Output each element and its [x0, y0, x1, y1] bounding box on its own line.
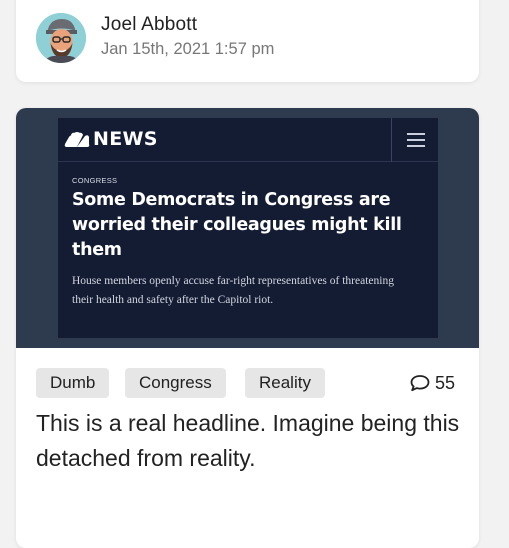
comments-button[interactable]: 55	[410, 372, 455, 394]
avatar[interactable]	[36, 13, 86, 63]
post-card: NEWS CONGRESS Some Democrats in Congress…	[16, 108, 479, 548]
avatar-image	[36, 13, 86, 63]
article-kicker: CONGRESS	[72, 176, 118, 185]
speech-bubble-icon	[410, 375, 430, 392]
author-card: Joel Abbott Jan 15th, 2021 1:57 pm	[16, 0, 479, 82]
tag-dumb[interactable]: Dumb	[36, 368, 110, 398]
post-date: Jan 15th, 2021 1:57 pm	[101, 40, 275, 58]
news-screenshot: NEWS CONGRESS Some Democrats in Congress…	[58, 118, 438, 338]
nav-divider	[391, 118, 392, 162]
news-brand: NEWS	[93, 128, 158, 150]
post-media[interactable]: NEWS CONGRESS Some Democrats in Congress…	[16, 108, 479, 348]
hamburger-menu-icon	[407, 133, 425, 147]
post-text: This is a real headline. Imagine being t…	[36, 410, 460, 471]
nbc-peacock-icon	[64, 132, 90, 147]
tag-congress[interactable]: Congress	[125, 368, 226, 398]
news-nav-bar: NEWS	[58, 118, 438, 162]
comment-count: 55	[435, 372, 456, 393]
tag-reality[interactable]: Reality	[245, 368, 325, 398]
article-headline: Some Democrats in Congress are worried t…	[72, 190, 402, 260]
article-dek: House members openly accuse far-right re…	[72, 275, 394, 306]
author-name[interactable]: Joel Abbott	[101, 14, 197, 36]
